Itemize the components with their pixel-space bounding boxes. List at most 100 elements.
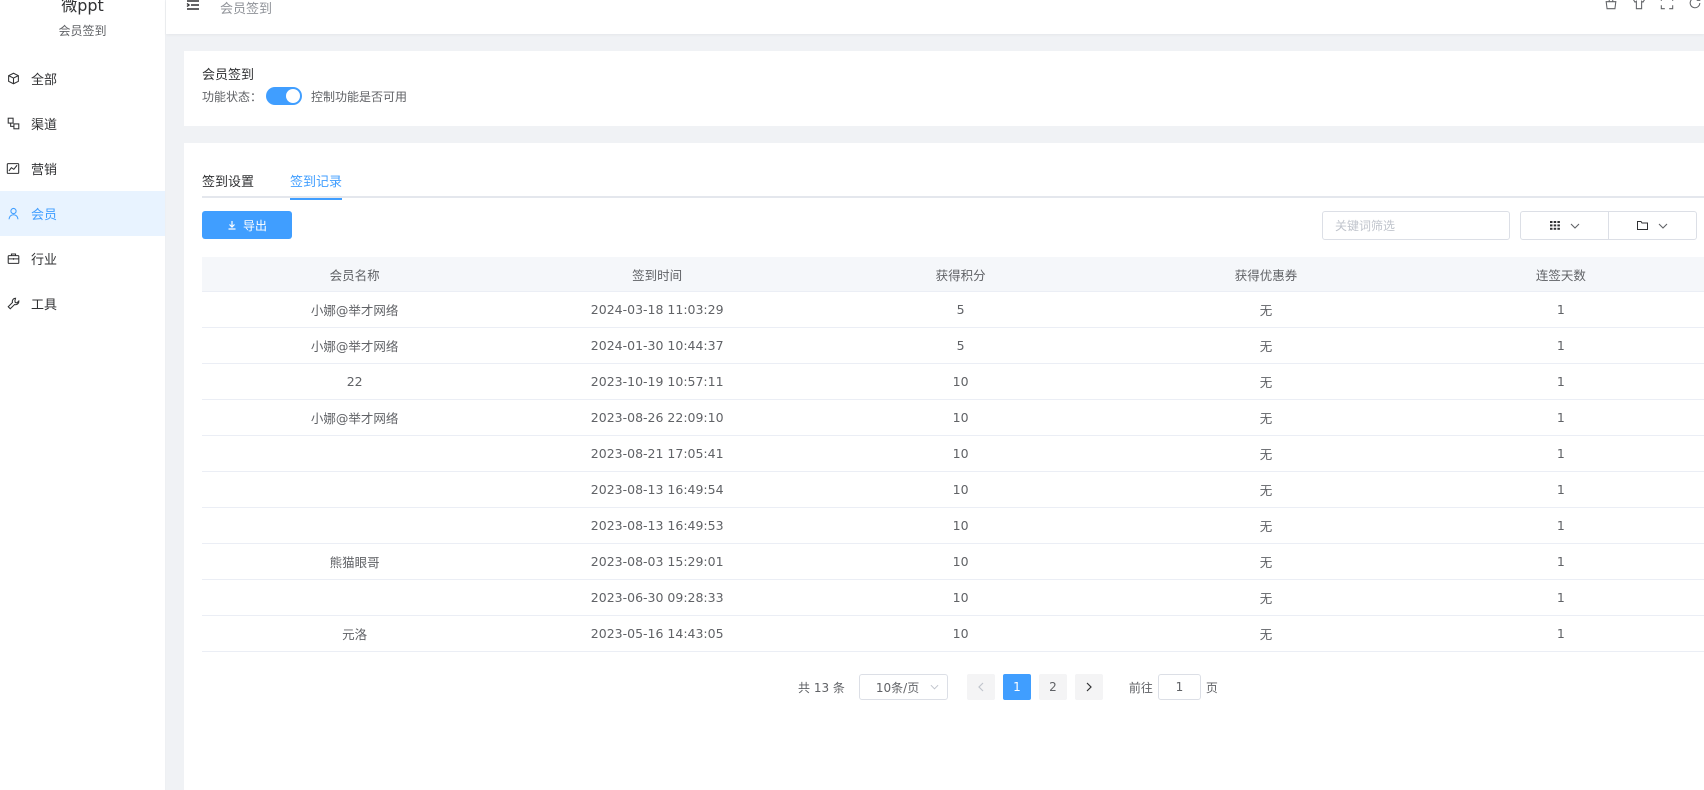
sidebar-item-all[interactable]: 全部: [0, 56, 165, 101]
page-number-1[interactable]: 1: [1002, 674, 1031, 700]
column-settings-button[interactable]: [1520, 211, 1609, 240]
breadcrumb: 会员签到: [220, 2, 273, 17]
sidebar: 微ppt 会员签到 全部 渠道 营销 会员 行业 工具: [0, 0, 166, 790]
tab-checkin-settings[interactable]: 签到设置: [202, 171, 254, 198]
next-page-button[interactable]: [1074, 674, 1103, 700]
sidebar-menu: 全部 渠道 营销 会员 行业 工具: [0, 56, 165, 326]
chevron-right-icon: [1086, 682, 1092, 692]
cell-coupon: 无: [1259, 555, 1273, 570]
goto-suffix: 页: [1205, 680, 1218, 695]
sidebar-item-marketing[interactable]: 营销: [0, 146, 165, 191]
cell-points: 10: [952, 446, 969, 461]
sidebar-item-channel[interactable]: 渠道: [0, 101, 165, 146]
cell-member-name: 小娜@举才网络: [310, 411, 399, 426]
page-number-2[interactable]: 2: [1038, 674, 1067, 700]
cube-icon: [6, 72, 20, 86]
chevron-down-icon: [930, 684, 939, 690]
sidebar-item-industry[interactable]: 行业: [0, 236, 165, 281]
sidebar-item-label: 会员: [31, 208, 58, 223]
refresh-icon[interactable]: [1688, 0, 1704, 12]
cell-coupon: 无: [1259, 303, 1273, 318]
table-row: 小娜@举才网络 2024-03-18 11:03:29 5 无 1: [202, 292, 1704, 328]
tabs-bar: 签到设置 签到记录: [202, 143, 1704, 200]
cell-streak-days: 1: [1556, 374, 1565, 389]
pagination: 共 13 条 10条/页 1 2 前往 页: [798, 674, 1218, 700]
cell-checkin-time: 2023-06-30 09:28:33: [590, 590, 724, 605]
cell-points: 10: [952, 554, 969, 569]
table-body: 小娜@举才网络 2024-03-18 11:03:29 5 无 1 小娜@举才网络 202…: [202, 292, 1704, 652]
wrench-icon: [6, 297, 20, 311]
sidebar-item-label: 行业: [31, 253, 58, 268]
status-toggle[interactable]: [266, 87, 303, 105]
chart-icon: [6, 162, 20, 176]
cell-points: 5: [956, 338, 965, 353]
col-header-coupon: 获得优惠券: [1234, 267, 1298, 283]
sidebar-item-label: 渠道: [31, 118, 58, 133]
table-row: 22 2023-10-19 10:57:11 10 无 1: [202, 364, 1704, 400]
export-label: 导出: [242, 218, 267, 233]
menu-toggle-icon[interactable]: [186, 0, 200, 16]
table-row: 熊猫眼哥 2023-08-03 15:29:01 10 无 1: [202, 544, 1704, 580]
cell-streak-days: 1: [1556, 518, 1565, 533]
status-label: 功能状态：: [202, 89, 263, 104]
col-header-member-name: 会员名称: [329, 267, 380, 283]
table-row: 2023-08-13 16:49:53 10 无 1: [202, 508, 1704, 544]
cell-points: 10: [952, 626, 969, 641]
table-row: 元洛 2023-05-16 14:43:05 10 无 1: [202, 616, 1704, 652]
cell-checkin-time: 2023-08-21 17:05:41: [590, 446, 724, 461]
cell-points: 10: [952, 482, 969, 497]
prev-page-button[interactable]: [966, 674, 995, 700]
keyword-search-input[interactable]: [1322, 211, 1510, 240]
user-icon: [6, 207, 20, 221]
cell-coupon: 无: [1259, 591, 1273, 606]
sidebar-item-label: 全部: [31, 73, 58, 88]
top-header: 会员签到: [166, 0, 1704, 34]
folder-options-button[interactable]: [1608, 211, 1697, 240]
brand-name: 微ppt: [61, 0, 104, 15]
shirt-icon[interactable]: [1632, 0, 1648, 12]
cell-member-name: 22: [346, 374, 363, 389]
cell-member-name: 小娜@举才网络: [310, 303, 399, 318]
table-row: 小娜@举才网络 2023-08-26 22:09:10 10 无 1: [202, 400, 1704, 436]
sidebar-item-member[interactable]: 会员: [0, 191, 165, 236]
goto-page-input[interactable]: [1157, 674, 1201, 700]
page-size-value: 10条/页: [875, 680, 920, 695]
goto-prefix: 前往: [1128, 680, 1153, 695]
briefcase-icon: [6, 252, 20, 266]
clean-icon[interactable]: [1604, 0, 1620, 12]
cell-points: 5: [956, 302, 965, 317]
table-row: 2023-08-21 17:05:41 10 无 1: [202, 436, 1704, 472]
sidebar-item-label: 工具: [31, 298, 58, 313]
cell-checkin-time: 2023-10-19 10:57:11: [590, 374, 724, 389]
tab-checkin-records[interactable]: 签到记录: [290, 171, 343, 200]
status-row: 功能状态： 控制功能是否可用: [202, 87, 407, 105]
cell-checkin-time: 2023-05-16 14:43:05: [590, 626, 724, 641]
cell-checkin-time: 2023-08-13 16:49:53: [590, 518, 724, 533]
page-size-select[interactable]: 10条/页: [858, 674, 948, 700]
col-header-checkin-time: 签到时间: [632, 267, 683, 283]
fullscreen-icon[interactable]: [1660, 0, 1676, 12]
cell-streak-days: 1: [1556, 410, 1565, 425]
chevron-down-icon: [1658, 223, 1668, 229]
brand: 微ppt 会员签到: [0, 0, 165, 44]
goto-page: 前往 页: [1129, 674, 1218, 700]
cell-coupon: 无: [1259, 339, 1273, 354]
sidebar-item-tools[interactable]: 工具: [0, 281, 165, 326]
cell-coupon: 无: [1259, 519, 1273, 534]
table-header-row: 会员名称 签到时间 获得积分 获得优惠券 连签天数: [202, 257, 1704, 292]
cell-streak-days: 1: [1556, 338, 1565, 353]
cell-points: 10: [952, 518, 969, 533]
cell-coupon: 无: [1259, 447, 1273, 462]
chevron-left-icon: [978, 682, 984, 692]
grid-icon: [1549, 221, 1560, 230]
cell-checkin-time: 2023-08-13 16:49:54: [590, 482, 724, 497]
cell-member-name: 熊猫眼哥: [329, 555, 380, 570]
table-row: 小娜@举才网络 2024-01-30 10:44:37 5 无 1: [202, 328, 1704, 364]
export-button[interactable]: 导出: [202, 211, 292, 239]
channel-icon: [6, 117, 20, 131]
cell-streak-days: 1: [1556, 554, 1565, 569]
cell-coupon: 无: [1259, 411, 1273, 426]
cell-coupon: 无: [1259, 627, 1273, 642]
status-hint: 控制功能是否可用: [311, 89, 408, 104]
header-actions: [1604, 0, 1704, 12]
